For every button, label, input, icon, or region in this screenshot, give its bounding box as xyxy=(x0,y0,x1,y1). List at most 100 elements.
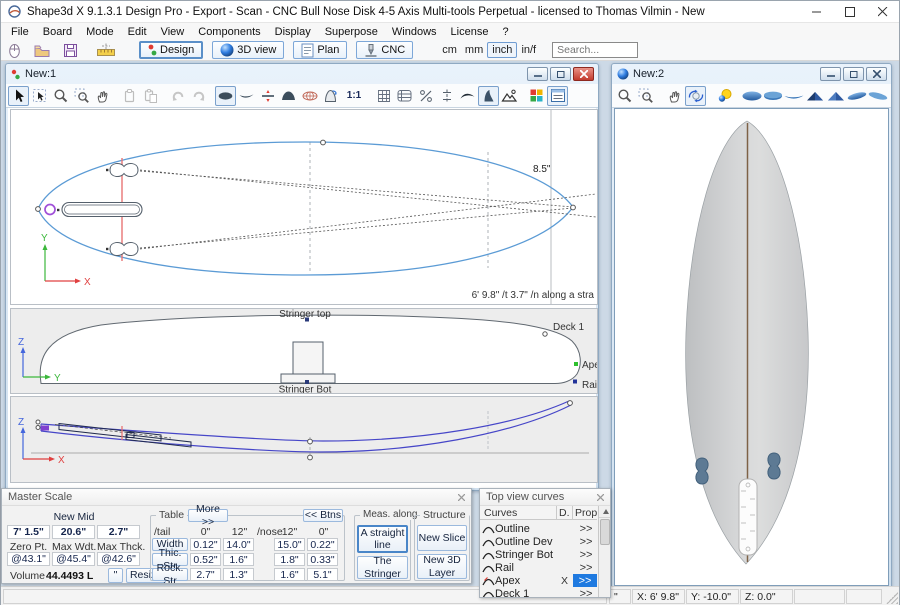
table-cell[interactable]: 1.6" xyxy=(274,568,305,581)
curvature-icon[interactable] xyxy=(457,86,478,106)
select-box-icon[interactable] xyxy=(29,86,50,106)
thickness-view-icon[interactable] xyxy=(257,86,278,106)
color-layers-icon[interactable] xyxy=(526,86,547,106)
new-slice-button[interactable]: New Slice xyxy=(417,525,467,551)
prop-button[interactable]: >> xyxy=(576,588,596,599)
combined-view-icon[interactable] xyxy=(299,86,320,106)
fin-icon[interactable] xyxy=(478,86,499,106)
table-cell[interactable]: 0.22" xyxy=(307,538,338,551)
resize-grip[interactable] xyxy=(886,592,898,604)
close-button[interactable] xyxy=(866,1,899,22)
select-arrow-icon[interactable] xyxy=(8,86,29,106)
table-cell[interactable]: 1.3" xyxy=(223,568,254,581)
rock-str-row-button[interactable]: Rock. Str xyxy=(152,568,188,581)
new2-minimize-button[interactable] xyxy=(820,67,841,81)
rocker-view[interactable]: Z X xyxy=(10,396,598,483)
rotate-icon[interactable] xyxy=(685,86,706,106)
front-view-icon[interactable] xyxy=(804,86,825,106)
max-wdt-value[interactable]: @45.4" xyxy=(52,552,95,566)
3d-view-button[interactable]: 3D view xyxy=(212,41,284,59)
top-view-icon[interactable] xyxy=(741,86,762,106)
curve-row-outline[interactable]: Outline >> xyxy=(480,522,597,535)
perspective-right-icon[interactable] xyxy=(867,86,888,106)
zero-pt-value[interactable]: @43.1" xyxy=(7,552,50,566)
centerline-icon[interactable] xyxy=(436,86,457,106)
more-button[interactable]: More >> xyxy=(188,509,228,522)
save-icon[interactable] xyxy=(59,40,81,60)
measure-ruler-icon[interactable] xyxy=(95,40,117,60)
slice-view-icon[interactable] xyxy=(278,86,299,106)
menu-view[interactable]: View xyxy=(154,25,192,39)
curve-row-apex[interactable]: Apex X >> xyxy=(480,574,597,587)
unit-inf[interactable]: in/f xyxy=(517,42,540,58)
outline-view-icon[interactable] xyxy=(215,86,236,106)
curve-row-stringer-bot[interactable]: Stringer Bot >> xyxy=(480,548,597,561)
new1-restore-button[interactable] xyxy=(550,67,571,81)
menu-edit[interactable]: Edit xyxy=(121,25,154,39)
grid-icon[interactable] xyxy=(373,86,394,106)
menu-components[interactable]: Components xyxy=(191,25,267,39)
the-stringer-button[interactable]: The Stringer xyxy=(357,556,408,579)
new1-minimize-button[interactable] xyxy=(527,67,548,81)
curves-scrollbar[interactable] xyxy=(598,506,611,597)
plan-button[interactable]: Plan xyxy=(293,41,347,59)
guidelines-icon[interactable] xyxy=(394,86,415,106)
new2-restore-button[interactable] xyxy=(843,67,864,81)
new1-close-button[interactable] xyxy=(573,67,594,81)
maximize-button[interactable] xyxy=(833,1,866,22)
volume-unit-button[interactable]: " xyxy=(108,568,123,583)
table-cell[interactable]: 1.6" xyxy=(223,553,254,566)
menu-file[interactable]: File xyxy=(4,25,36,39)
zoom-window-icon[interactable] xyxy=(71,86,92,106)
back-view-icon[interactable] xyxy=(825,86,846,106)
pan-hand-icon[interactable] xyxy=(664,86,685,106)
length-value[interactable]: 7' 1.5" xyxy=(7,525,50,539)
table-cell[interactable]: 0.33" xyxy=(307,553,338,566)
scale-1-1-label[interactable]: 1:1 xyxy=(341,86,367,106)
zoom-icon[interactable] xyxy=(50,86,71,106)
menu-license[interactable]: License xyxy=(444,25,496,39)
new2-client[interactable] xyxy=(614,108,889,586)
menu-display[interactable]: Display xyxy=(268,25,318,39)
undo-icon[interactable] xyxy=(167,86,188,106)
prop-button[interactable]: >> xyxy=(576,562,596,574)
prop-button[interactable]: >> xyxy=(576,523,596,535)
light-icon[interactable] xyxy=(714,86,735,106)
table-cell[interactable]: 15.0" xyxy=(274,538,305,551)
prop-button[interactable]: >> xyxy=(576,536,596,548)
perspective-left-icon[interactable] xyxy=(846,86,867,106)
slice-view[interactable]: Stringer top Deck 1 Apex Rail Stringer B… xyxy=(10,308,598,394)
search-input[interactable] xyxy=(552,42,638,58)
zoom-icon[interactable] xyxy=(614,86,635,106)
outline-view[interactable]: 8.5" Y X 6' 9.8" /t 3.7" /n along a stra xyxy=(10,109,598,305)
btns-button[interactable]: << Btns xyxy=(303,509,343,522)
thickness-value[interactable]: 2.7" xyxy=(97,525,140,539)
curve-row-rail[interactable]: Rail >> xyxy=(480,561,597,574)
curves-panel-close-icon[interactable] xyxy=(594,491,607,504)
proportions-icon[interactable] xyxy=(415,86,436,106)
menu-windows[interactable]: Windows xyxy=(385,25,444,39)
curve-row-outline-dev[interactable]: Outline Dev >> xyxy=(480,535,597,548)
properties-panel-icon[interactable] xyxy=(547,86,568,106)
minimize-button[interactable] xyxy=(800,1,833,22)
unit-mm[interactable]: mm xyxy=(461,42,487,58)
new-3d-layer-button[interactable]: New 3D Layer xyxy=(417,554,467,579)
paste-icon[interactable] xyxy=(140,86,161,106)
menu-superpose[interactable]: Superpose xyxy=(318,25,385,39)
menu-board[interactable]: Board xyxy=(36,25,79,39)
cnc-button[interactable]: CNC xyxy=(356,41,413,59)
menu-mode[interactable]: Mode xyxy=(79,25,121,39)
scroll-thumb[interactable] xyxy=(600,519,610,545)
copy-icon[interactable] xyxy=(119,86,140,106)
mouse-tool-icon[interactable] xyxy=(3,40,25,60)
scroll-up-icon[interactable] xyxy=(599,506,611,518)
curve-row-deck1[interactable]: Deck 1 >> xyxy=(480,587,597,598)
bottom-view-icon[interactable] xyxy=(762,86,783,106)
table-cell[interactable]: 0.12" xyxy=(190,538,221,551)
table-cell[interactable]: 14.0" xyxy=(223,538,254,551)
master-scale-close-icon[interactable] xyxy=(455,491,468,504)
table-cell[interactable]: 2.7" xyxy=(190,568,221,581)
table-cell[interactable]: 1.8" xyxy=(274,553,305,566)
max-thck-value[interactable]: @42.6" xyxy=(97,552,140,566)
rocker-view-icon[interactable] xyxy=(236,86,257,106)
